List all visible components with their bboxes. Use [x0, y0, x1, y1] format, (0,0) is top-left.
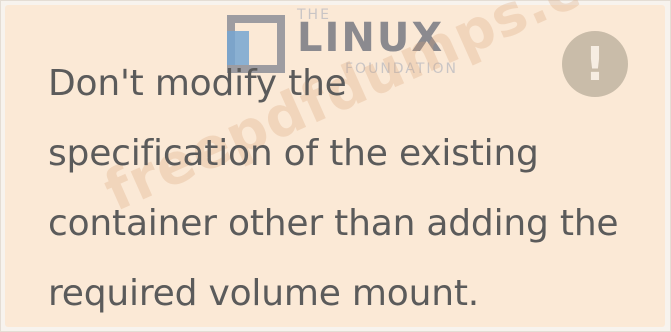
- notice-message: Don't modify the specification of the ex…: [48, 49, 648, 329]
- notice-line-1: Don't modify the: [48, 63, 347, 104]
- screenshot-frame: THE LINUX FOUNDATION freepdfdumps.com ! …: [0, 0, 671, 332]
- notice-panel: THE LINUX FOUNDATION freepdfdumps.com ! …: [5, 0, 671, 329]
- notice-line-4: required volume mount.: [48, 273, 479, 314]
- notice-line-2: specification of the existing: [48, 133, 539, 174]
- notice-line-3: container other than adding the: [48, 203, 619, 244]
